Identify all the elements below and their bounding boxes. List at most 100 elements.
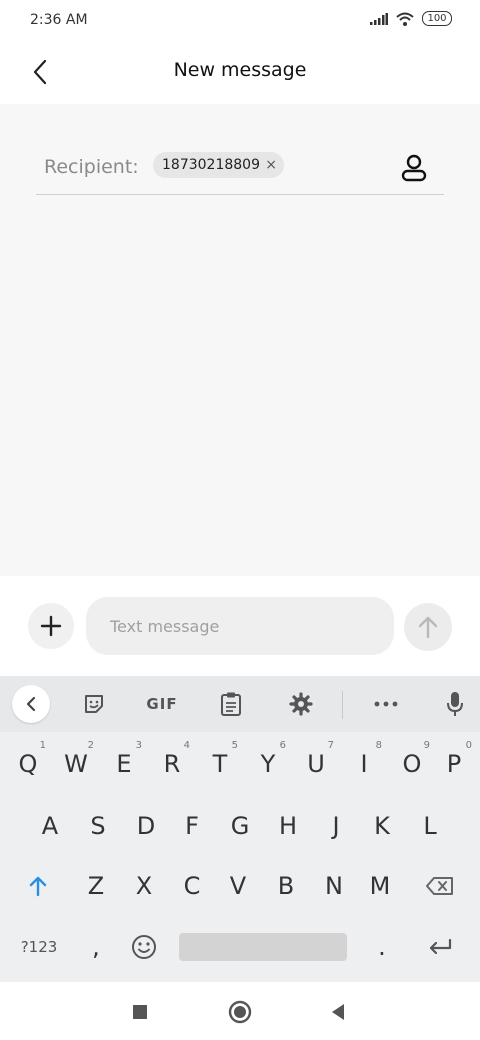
key-r[interactable]: R4 <box>152 736 192 792</box>
chevron-left-icon <box>26 696 36 712</box>
key-label: T <box>212 750 228 778</box>
symbols-key[interactable]: ?123 <box>14 919 64 975</box>
key-k[interactable]: K <box>362 798 402 854</box>
key-label: E <box>116 750 132 778</box>
key-o[interactable]: O9 <box>392 736 432 792</box>
keyboard-toolbar: GIF <box>0 676 480 732</box>
message-input[interactable] <box>86 597 394 655</box>
circle-icon <box>228 1000 252 1024</box>
enter-icon <box>429 938 452 955</box>
key-a[interactable]: A <box>30 798 70 854</box>
key-f[interactable]: F <box>172 798 212 854</box>
message-content-area: Recipient: 18730218809 × <box>0 104 480 576</box>
more-options-button[interactable] <box>367 686 405 722</box>
attach-button[interactable] <box>28 603 74 649</box>
key-label: O <box>402 750 422 778</box>
nav-back-button[interactable] <box>324 998 352 1026</box>
key-g[interactable]: G <box>220 798 260 854</box>
key-x[interactable]: X <box>124 858 164 914</box>
key-e[interactable]: E3 <box>104 736 144 792</box>
key-hint: 5 <box>231 740 238 751</box>
key-label: W <box>64 750 88 778</box>
key-hint: 8 <box>375 740 382 751</box>
shift-key[interactable] <box>18 858 58 914</box>
key-z[interactable]: Z <box>76 858 116 914</box>
key-l[interactable]: L <box>410 798 450 854</box>
key-label: P <box>446 750 462 778</box>
more-icon <box>374 701 398 707</box>
backspace-key[interactable] <box>420 858 460 914</box>
key-hint: 4 <box>183 740 190 751</box>
clipboard-button[interactable] <box>212 686 250 722</box>
keyboard-collapse-button[interactable] <box>12 685 50 723</box>
gif-button[interactable]: GIF <box>140 686 184 722</box>
status-bar: 2:36 AM 100 <box>0 0 480 42</box>
sticker-button[interactable] <box>75 686 113 722</box>
emoji-icon <box>132 935 156 959</box>
plus-icon <box>40 615 62 637</box>
keyboard-settings-button[interactable] <box>282 686 320 722</box>
add-contact-button[interactable] <box>398 152 430 184</box>
home-button[interactable] <box>226 998 254 1026</box>
recipient-chip[interactable]: 18730218809 × <box>153 152 284 178</box>
key-hint: 9 <box>423 740 430 751</box>
triangle-back-icon <box>332 1004 344 1020</box>
recents-button[interactable] <box>126 998 154 1026</box>
clipboard-icon <box>221 692 241 716</box>
key-hint: 2 <box>87 740 94 751</box>
key-s[interactable]: S <box>78 798 118 854</box>
status-time: 2:36 AM <box>30 12 88 28</box>
key-label: I <box>360 750 368 778</box>
key-q[interactable]: Q1 <box>8 736 48 792</box>
key-hint: 6 <box>279 740 286 751</box>
compose-bar <box>0 576 480 676</box>
emoji-key[interactable] <box>124 919 164 975</box>
gear-icon <box>289 692 313 716</box>
key-j[interactable]: J <box>316 798 356 854</box>
enter-key[interactable] <box>420 919 460 975</box>
signal-icon <box>370 12 388 25</box>
key-label: R <box>163 750 181 778</box>
system-nav-bar <box>0 982 480 1040</box>
key-p[interactable]: P0 <box>434 736 474 792</box>
key-y[interactable]: Y6 <box>248 736 288 792</box>
arrow-up-icon <box>418 616 438 639</box>
key-i[interactable]: I8 <box>344 736 384 792</box>
key-n[interactable]: N <box>314 858 354 914</box>
key-m[interactable]: M <box>360 858 400 914</box>
toolbar-divider <box>342 691 343 719</box>
backspace-icon <box>426 877 453 895</box>
sticker-icon <box>85 695 103 713</box>
recipient-chip-number: 18730218809 <box>162 157 260 173</box>
recipient-row[interactable]: Recipient: 18730218809 × <box>36 142 444 195</box>
key-c[interactable]: C <box>172 858 212 914</box>
square-icon <box>133 1005 147 1019</box>
contact-icon <box>401 154 427 182</box>
space-key[interactable] <box>179 933 347 961</box>
period-key[interactable]: . <box>362 919 402 975</box>
mic-icon <box>447 692 463 716</box>
key-t[interactable]: T5 <box>200 736 240 792</box>
shift-arrow-icon <box>29 876 47 897</box>
send-button[interactable] <box>404 603 452 651</box>
key-label: U <box>307 750 325 778</box>
key-hint: 0 <box>465 740 472 751</box>
key-u[interactable]: U7 <box>296 736 336 792</box>
comma-key[interactable]: , <box>76 919 116 975</box>
key-label: Y <box>260 750 276 778</box>
key-b[interactable]: B <box>266 858 306 914</box>
page-title: New message <box>173 59 307 81</box>
remove-recipient-button[interactable]: × <box>265 152 277 178</box>
key-hint: 1 <box>39 740 46 751</box>
voice-input-button[interactable] <box>436 686 474 722</box>
status-icons: 100 <box>370 11 452 26</box>
app-header: New message <box>0 42 480 104</box>
key-label: Q <box>18 750 38 778</box>
key-d[interactable]: D <box>126 798 166 854</box>
battery-icon: 100 <box>422 11 452 26</box>
key-w[interactable]: W2 <box>56 736 96 792</box>
key-v[interactable]: V <box>218 858 258 914</box>
key-hint: 7 <box>327 740 334 751</box>
wifi-icon <box>396 12 414 26</box>
key-h[interactable]: H <box>268 798 308 854</box>
